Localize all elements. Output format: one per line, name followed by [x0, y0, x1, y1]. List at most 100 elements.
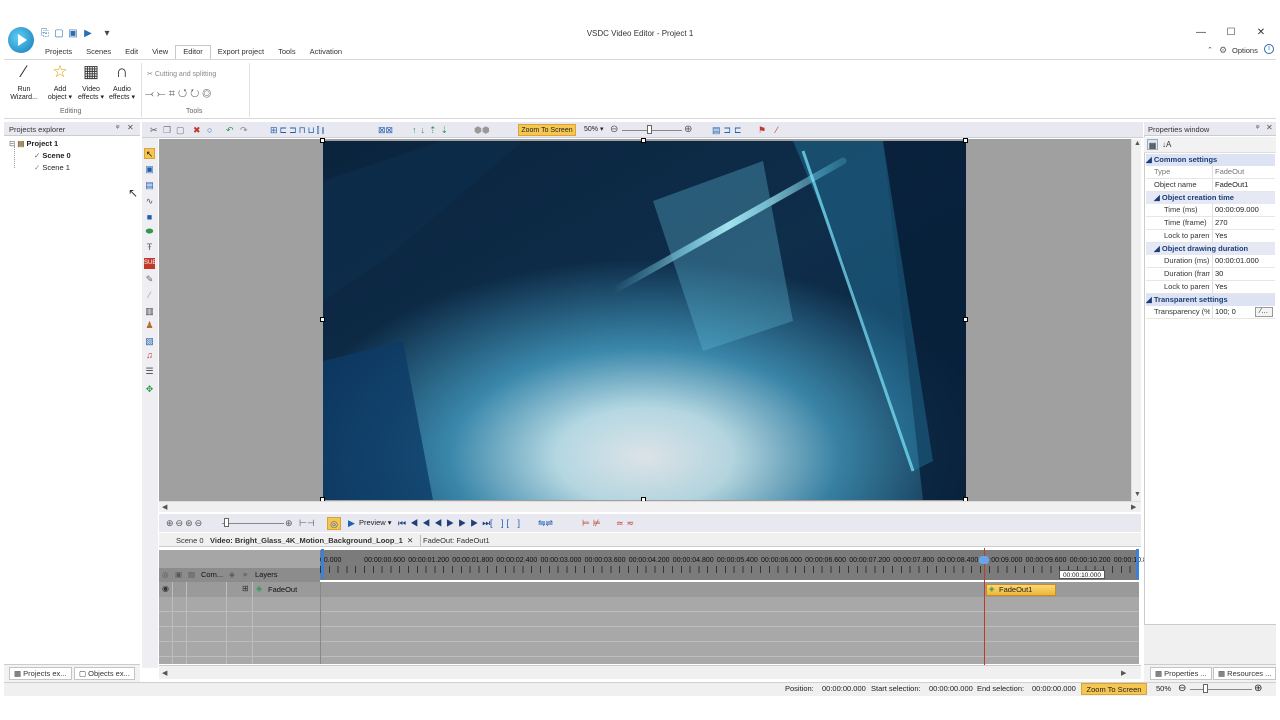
audio-icon[interactable]: ♫ [144, 350, 155, 361]
visibility-icon[interactable]: ◎ [162, 570, 169, 579]
preview-button[interactable]: Preview ▾ [359, 517, 392, 529]
menu-scenes[interactable]: Scenes [79, 45, 118, 59]
resize-handle[interactable] [963, 138, 968, 143]
fit-icon[interactable]: ⊠⊠ [378, 124, 393, 136]
fit-timeline-icon[interactable]: ⊢⊣ [299, 517, 315, 529]
layer-order-tools[interactable]: ↑↓⇡⇣ [412, 124, 452, 136]
collapse-ribbon-icon[interactable]: ⌃ [1207, 46, 1213, 54]
split-icon[interactable]: ⤙ [145, 88, 157, 100]
tab-video[interactable]: Video: Bright_Glass_4K_Motion_Background… [210, 535, 403, 546]
section-common-settings[interactable]: ◢ Common settings [1146, 154, 1275, 166]
tab-projects-explorer[interactable]: ▦ Projects ex... [9, 667, 72, 680]
tab-resources[interactable]: ▦ Resources ... [1213, 667, 1277, 680]
prop-value[interactable]: Yes [1212, 230, 1275, 242]
save-all-icon[interactable]: ⎘ [40, 28, 50, 39]
status-zoom-slider-thumb[interactable] [1203, 684, 1208, 693]
zoom-in-icon[interactable]: ⊕ [684, 124, 692, 136]
brush-icon[interactable]: ⁄ [144, 290, 155, 301]
crop-icon[interactable]: ⌗ [169, 88, 178, 100]
text-icon[interactable]: Ŧ [144, 242, 155, 253]
prop-row-duration-ms[interactable]: Duration (ms) 00:00:01.000 [1146, 255, 1275, 268]
prop-value[interactable]: 270 [1212, 217, 1275, 229]
free-text-icon[interactable]: ✎ [144, 274, 155, 285]
menu-export-project[interactable]: Export project [211, 45, 271, 59]
menu-editor[interactable]: Editor [175, 45, 211, 59]
status-zoom-out-icon[interactable]: ⊖ [1178, 684, 1186, 694]
timeline-zoom-in-icon[interactable]: ⊕ [285, 517, 293, 529]
zoom-to-screen-button[interactable]: Zoom To Screen [518, 124, 576, 136]
pointer-tool-icon[interactable]: ↖ [144, 148, 155, 159]
paste-icon[interactable]: ▢ [176, 124, 185, 136]
scroll-up-icon[interactable]: ▲ [1134, 140, 1141, 147]
resize-handle[interactable] [641, 138, 646, 143]
ellipse-icon[interactable]: ⬬ [144, 226, 155, 237]
categorized-icon[interactable]: ▦ [1147, 139, 1158, 150]
video-object-icon[interactable]: ▤ [144, 180, 155, 191]
rectangle-icon[interactable]: ■ [144, 212, 155, 223]
speed-icon[interactable]: ◎ [202, 88, 214, 100]
prop-row-time-ms[interactable]: Time (ms) 00:00:09.000 [1146, 204, 1275, 217]
timeline-clip-fadeout1[interactable]: ◈ FadeOut1 [986, 584, 1056, 596]
spectrum-icon[interactable]: ☰ [144, 366, 155, 377]
close-icon[interactable]: ✕ [127, 123, 134, 132]
copy-icon[interactable]: ❐ [163, 124, 171, 136]
timeline-start-marker[interactable] [321, 549, 324, 579]
prop-row-time-frame[interactable]: Time (frame) 270 [1146, 217, 1275, 230]
tab-close-icon[interactable]: ✕ [407, 535, 413, 546]
prop-row-duration-frames[interactable]: Duration (frames)30 [1146, 268, 1275, 281]
audio-tools[interactable]: ⊨⊭ [582, 517, 604, 529]
timeline-end-marker[interactable] [1136, 549, 1139, 579]
group-icon[interactable]: ⬢⬢ [474, 124, 490, 136]
status-zoom-in-icon[interactable]: ⊕ [1254, 684, 1262, 694]
deselect-icon[interactable]: ○ [207, 124, 212, 136]
menu-tools[interactable]: Tools [271, 45, 303, 59]
image-icon[interactable]: ▧ [144, 336, 155, 347]
zoom-out-icon[interactable]: ⊖ [610, 124, 618, 136]
sprite-icon[interactable]: ▣ [144, 164, 155, 175]
status-zoom-to-screen-button[interactable]: Zoom To Screen [1081, 683, 1147, 695]
chart-icon[interactable]: ▥ [144, 306, 155, 317]
prop-value[interactable]: 00:00:09.000 [1212, 204, 1275, 216]
scroll-right-icon[interactable]: ▶ [1121, 669, 1126, 677]
timeline-zoom-tools[interactable]: ⊕⊖⊛⊖ [166, 517, 204, 529]
dropdown-icon[interactable]: ▾ [102, 28, 112, 39]
audio-effects-button[interactable]: ∩ Audio effects ▾ [106, 62, 138, 102]
timeline-zoom-slider-track[interactable] [222, 523, 284, 524]
prop-row-type[interactable]: Type FadeOut [1146, 166, 1275, 179]
status-zoom-slider-track[interactable] [1190, 689, 1252, 690]
lock-icon[interactable]: ▣ [175, 570, 182, 579]
prop-row-lock-to-parent[interactable]: Lock to parent Yes [1146, 230, 1275, 243]
track-expand-icon[interactable]: ⊞ [242, 584, 249, 593]
prop-value[interactable]: 30 [1212, 268, 1275, 280]
subtitle-icon[interactable]: SUB [144, 258, 156, 269]
redo-icon[interactable]: ↷ [240, 124, 248, 136]
move-icon[interactable]: ✥ [144, 384, 155, 395]
minimize-button[interactable]: — [1192, 26, 1210, 40]
prop-value[interactable]: Yes [1212, 281, 1275, 293]
maximize-button[interactable]: ☐ [1222, 26, 1240, 40]
timeline-horizontal-scrollbar[interactable]: ◀ ▶ [159, 665, 1141, 679]
scroll-left-icon[interactable]: ◀ [162, 503, 167, 511]
info-icon[interactable]: i [1264, 44, 1274, 54]
tab-properties[interactable]: ▦ Properties ... [1150, 667, 1212, 680]
save-icon[interactable]: ▣ [68, 28, 78, 39]
run-wizard-button[interactable]: ⁄ Run Wizard... [8, 62, 40, 102]
resize-handle[interactable] [320, 317, 325, 322]
timeline-zoom-slider-thumb[interactable] [224, 518, 229, 527]
prop-value[interactable]: 00:00:01.000 [1212, 255, 1275, 267]
tab-fadeout[interactable]: FadeOut: FadeOut1 [420, 535, 490, 546]
playhead[interactable] [984, 548, 985, 665]
cut-icon[interactable]: ✂ [150, 124, 158, 136]
zoom-percent-dropdown[interactable]: 50% ▾ [584, 124, 603, 136]
scroll-down-icon[interactable]: ▼ [1134, 491, 1141, 498]
trim-icon[interactable]: ⤚ [157, 88, 169, 100]
resize-handle[interactable] [320, 138, 325, 143]
track-eye-icon[interactable]: ◉ [162, 584, 169, 593]
preview-play-icon[interactable]: ▶ [348, 517, 355, 529]
delete-icon[interactable]: ✖ [193, 124, 201, 136]
prop-value[interactable]: FadeOut1 [1212, 179, 1275, 191]
line-icon[interactable]: ∿ [144, 196, 155, 207]
split-tools[interactable]: ≃≂ [616, 517, 637, 529]
view-tools[interactable]: ▤⊐⊏ [712, 124, 745, 136]
video-effects-button[interactable]: ▦ Video effects ▾ [76, 62, 106, 102]
